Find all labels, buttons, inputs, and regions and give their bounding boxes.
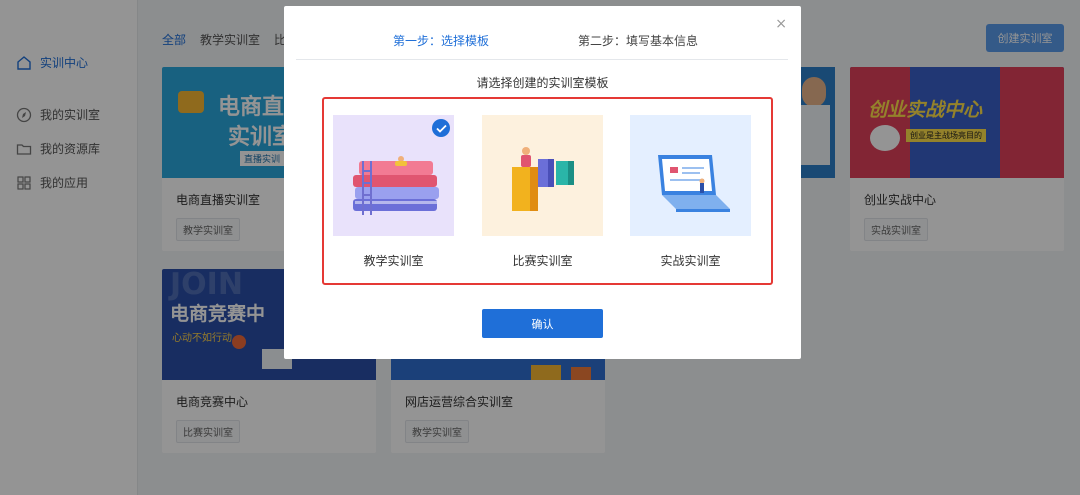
template-label: 比赛实训室: [512, 254, 573, 268]
template-modal: × 第一步：选择模板 第二步：填写基本信息 请选择创建的实训室模板 教学实训室 …: [284, 6, 801, 359]
template-label: 实战实训室: [660, 254, 721, 268]
template-label: 教学实训室: [363, 254, 424, 268]
step-1: 第一步：选择模板: [393, 34, 490, 48]
step-indicator: 第一步：选择模板 第二步：填写基本信息: [296, 30, 788, 60]
laptop-illustration: [658, 155, 730, 212]
confirm-button[interactable]: 确认: [482, 309, 603, 338]
template-thumbnail[interactable]: [482, 115, 603, 236]
step-2: 第二步：填写基本信息: [578, 34, 699, 48]
template-option-competition[interactable]: 比赛实训室: [482, 115, 603, 269]
template-option-teaching[interactable]: 教学实训室: [333, 115, 454, 269]
template-thumbnail[interactable]: [630, 115, 751, 236]
modal-subtitle: 请选择创建的实训室模板: [476, 76, 609, 90]
selected-check-icon: [432, 119, 450, 137]
template-option-practice[interactable]: 实战实训室: [630, 115, 751, 269]
podium-illustration: [512, 147, 574, 211]
template-thumbnail[interactable]: [333, 115, 454, 236]
